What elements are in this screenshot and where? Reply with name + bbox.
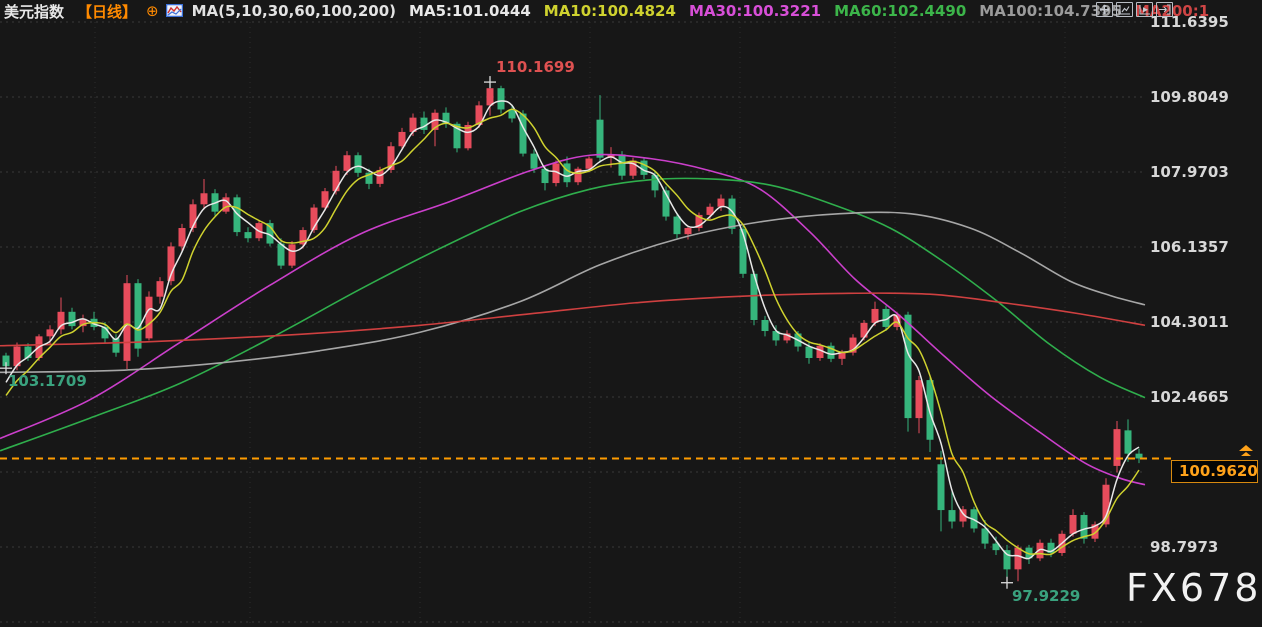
mini-chart-icon[interactable] xyxy=(165,2,183,21)
y-axis-label: 109.8049 xyxy=(1150,87,1229,106)
fx678-watermark: FX678 xyxy=(1126,566,1262,610)
exit-fullscreen-button[interactable] xyxy=(1156,2,1173,17)
timeframe-label[interactable]: 【日线】 xyxy=(77,1,137,22)
ma-lines-layer xyxy=(0,100,1146,560)
ma-line-ma10 xyxy=(5,108,1140,556)
chart-scale-button[interactable] xyxy=(1116,2,1133,17)
up-triangle-icon xyxy=(1241,452,1251,457)
y-axis-label: 104.3011 xyxy=(1150,312,1229,331)
chart-header: 美元指数 【日线】 ⊕ MA(5,10,30,60,100,200) MA5:1… xyxy=(4,1,1209,21)
ma5-legend: MA5:101.0444 xyxy=(409,2,531,20)
peak-price-annotation: 110.1699 xyxy=(496,58,575,77)
chart-toolbar xyxy=(1096,2,1173,17)
trough-price-annotation: 97.9229 xyxy=(1012,586,1081,605)
ma-group-label: MA(5,10,30,60,100,200) xyxy=(191,2,397,20)
up-triangle-icon xyxy=(1239,445,1253,452)
move-tool-button[interactable] xyxy=(1096,2,1113,17)
add-indicator-icon[interactable]: ⊕ xyxy=(146,2,159,20)
ma-line-ma60 xyxy=(0,177,1146,452)
ma-line-ma200 xyxy=(0,292,1146,347)
y-axis-label: 98.7973 xyxy=(1150,537,1219,556)
left-low-price-annotation: 103.1709 xyxy=(8,372,87,391)
candles-layer xyxy=(2,82,1143,583)
y-axis-label: 106.1357 xyxy=(1150,237,1229,256)
ma60-legend: MA60:102.4490 xyxy=(834,2,967,20)
y-axis-label: 107.9703 xyxy=(1150,162,1229,181)
ma10-legend: MA10:100.4824 xyxy=(543,2,676,20)
playback-button[interactable] xyxy=(1136,2,1153,17)
symbol-title: 美元指数 xyxy=(4,2,65,21)
ma-line-ma30 xyxy=(0,153,1146,486)
last-price-tag: 100.9620 xyxy=(1171,460,1258,484)
candlestick-chart-canvas[interactable] xyxy=(0,0,1262,627)
price-alert-marker[interactable] xyxy=(1238,445,1254,457)
chart-application: 美元指数 【日线】 ⊕ MA(5,10,30,60,100,200) MA5:1… xyxy=(0,0,1262,627)
ma30-legend: MA30:100.3221 xyxy=(688,2,822,20)
grid-layer xyxy=(0,21,1145,627)
y-axis-label: 102.4665 xyxy=(1150,387,1229,406)
